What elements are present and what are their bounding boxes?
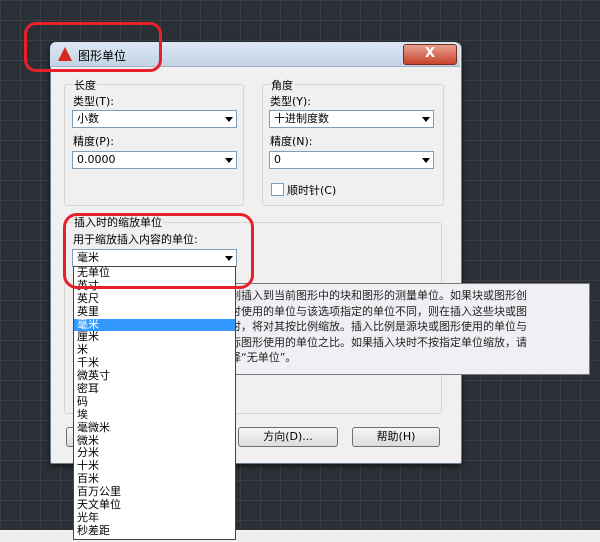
list-item[interactable]: 秒差距 bbox=[74, 524, 235, 538]
length-precision-value: 0.0000 bbox=[77, 153, 116, 166]
clockwise-checkbox[interactable] bbox=[271, 183, 284, 196]
chevron-down-icon[interactable] bbox=[422, 158, 430, 163]
tooltip-line: 控制插入到当前图形中的块和图形的测量单位。如果块或图形创 bbox=[219, 289, 527, 302]
chevron-down-icon[interactable] bbox=[225, 117, 233, 122]
angle-precision-label: 精度(N): bbox=[270, 135, 313, 148]
length-type-value: 小数 bbox=[77, 112, 99, 125]
list-item[interactable]: 毫微米 bbox=[74, 421, 235, 435]
tooltip-line: 形时，将对其按比例缩放。插入比例是源块或图形使用的单位与 bbox=[219, 320, 527, 334]
tooltip-line: 目标图形使用的单位之比。如果插入块时不按指定单位缩放，请 bbox=[219, 335, 527, 349]
length-type-select[interactable]: 小数 bbox=[72, 110, 237, 128]
angle-precision-select[interactable]: 0 bbox=[269, 151, 434, 169]
list-item[interactable]: 厘米 bbox=[74, 331, 235, 344]
angle-precision-value: 0 bbox=[274, 153, 281, 166]
help-button[interactable]: 帮助(H) bbox=[352, 427, 440, 447]
list-item[interactable]: 光年 bbox=[74, 511, 235, 525]
clockwise-label[interactable]: 顺时针(C) bbox=[287, 182, 336, 198]
angle-type-value: 十进制度数 bbox=[274, 112, 329, 125]
annotation-circle-units bbox=[63, 213, 254, 289]
angle-group-label: 角度 bbox=[270, 77, 294, 93]
length-type-label: 类型(T): bbox=[73, 95, 115, 108]
length-group-label: 长度 bbox=[73, 77, 97, 93]
annotation-circle-title bbox=[24, 22, 162, 72]
length-precision-label: 精度(P): bbox=[73, 135, 114, 148]
list-item[interactable]: 埃 bbox=[74, 408, 235, 422]
list-item[interactable]: 密耳 bbox=[74, 382, 235, 396]
list-item[interactable]: 英里 bbox=[74, 305, 235, 319]
list-item[interactable]: 天文单位 bbox=[74, 498, 235, 512]
list-item[interactable]: 码 bbox=[74, 395, 235, 409]
list-item[interactable]: 英尺 bbox=[74, 292, 235, 306]
insertion-units-tooltip: 控制插入到当前图形中的块和图形的测量单位。如果块或图形创 建时使用的单位与该选项… bbox=[212, 283, 590, 375]
close-button[interactable]: X bbox=[403, 44, 457, 65]
chevron-down-icon[interactable] bbox=[225, 158, 233, 163]
tooltip-line: 选择“无单位”。 bbox=[219, 351, 297, 365]
length-precision-select[interactable]: 0.0000 bbox=[72, 151, 237, 169]
tooltip-line: 建时使用的单位与该选项指定的单位不同，则在插入这些块或图 bbox=[219, 304, 527, 318]
direction-button[interactable]: 方向(D)... bbox=[238, 427, 338, 447]
angle-type-label: 类型(Y): bbox=[270, 95, 312, 108]
chevron-down-icon[interactable] bbox=[422, 117, 430, 122]
angle-type-select[interactable]: 十进制度数 bbox=[269, 110, 434, 128]
insertion-units-dropdown-list[interactable]: 无单位 英寸 英尺 英里 毫米 厘米 米 千米 微英寸 密耳 码 埃 毫微米 微… bbox=[73, 266, 236, 540]
